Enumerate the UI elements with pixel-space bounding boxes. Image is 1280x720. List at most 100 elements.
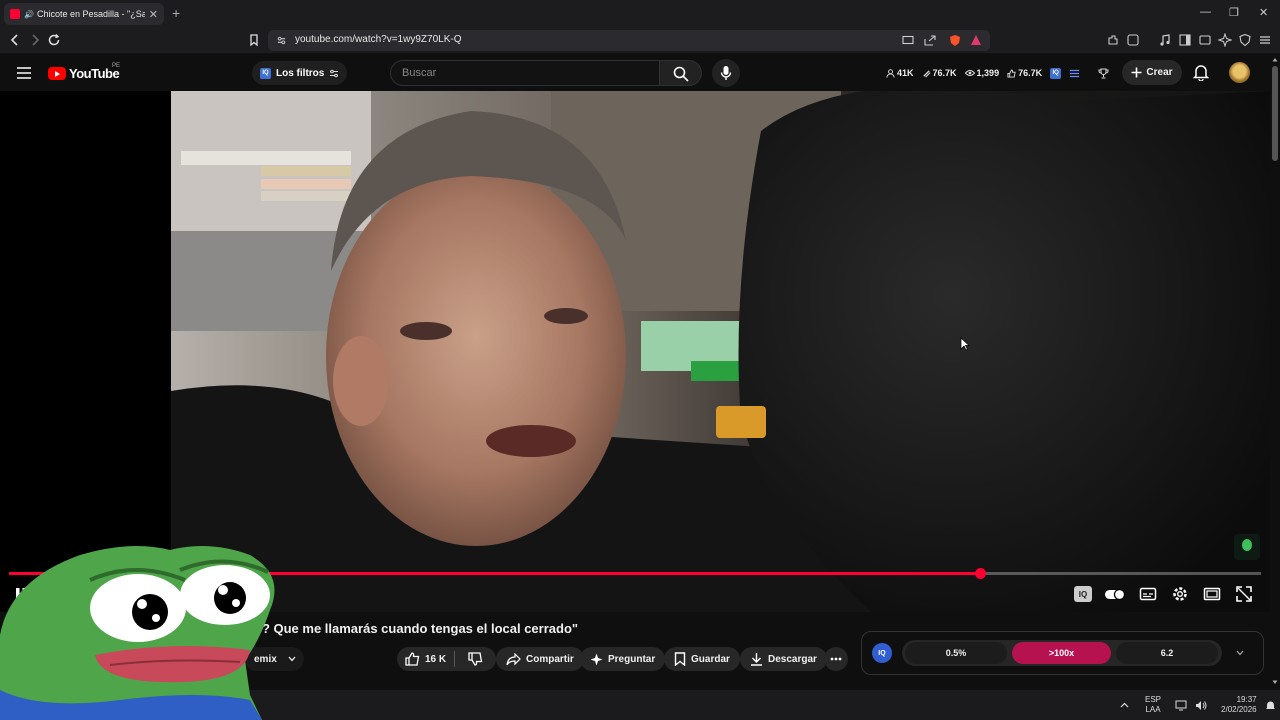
sliders-icon bbox=[330, 69, 339, 77]
wallet-icon[interactable] bbox=[1198, 33, 1212, 47]
audio-icon[interactable]: 🔊 bbox=[24, 10, 34, 19]
search-button[interactable] bbox=[660, 60, 702, 86]
settings-gear-icon[interactable] bbox=[1171, 585, 1189, 603]
autoplay-toggle-icon[interactable] bbox=[1104, 585, 1126, 603]
create-button[interactable]: Crear bbox=[1122, 60, 1182, 85]
iq-segment-multiplier[interactable]: >100x bbox=[1012, 642, 1111, 664]
likes-stat: 76.7K bbox=[1007, 68, 1042, 78]
tab-title: Chicote en Pesadilla - "¿Sabe bbox=[36, 9, 145, 19]
like-dislike-group: 16 K bbox=[397, 647, 496, 671]
url-text: youtube.com/watch?v=1wy9Z70LK-Q bbox=[295, 34, 462, 45]
download-label: Descargar bbox=[768, 653, 817, 665]
clock[interactable]: 19:37 2/02/2026 bbox=[1221, 695, 1257, 715]
reload-icon[interactable] bbox=[47, 33, 61, 47]
browser-nav-bar: youtube.com/watch?v=1wy9Z70LK-Q bbox=[0, 27, 1280, 54]
share-arrow-icon bbox=[506, 652, 521, 665]
sidebar-icon[interactable] bbox=[1178, 33, 1192, 47]
iq-extension-icon[interactable]: IQ bbox=[1050, 67, 1062, 79]
more-horizontal-icon bbox=[830, 657, 842, 661]
volume-icon[interactable] bbox=[1195, 700, 1207, 711]
notification-center-icon[interactable] bbox=[1265, 700, 1276, 711]
coins-icon bbox=[922, 69, 930, 77]
video-player[interactable] bbox=[0, 91, 1270, 612]
fullscreen-icon[interactable] bbox=[1235, 585, 1253, 603]
more-actions-button[interactable] bbox=[824, 647, 848, 671]
download-button[interactable]: Descargar bbox=[740, 647, 827, 671]
thumbs-up-icon bbox=[405, 652, 420, 666]
menu-icon[interactable] bbox=[1258, 33, 1272, 47]
voice-search-button[interactable] bbox=[712, 59, 740, 87]
money-value: 76.7K bbox=[932, 68, 957, 78]
search-placeholder: Buscar bbox=[402, 67, 437, 79]
microphone-icon bbox=[720, 66, 732, 80]
bookmark-icon[interactable] bbox=[247, 33, 261, 47]
ask-label: Preguntar bbox=[608, 653, 656, 665]
brave-rewards-icon[interactable] bbox=[970, 34, 982, 46]
iq-logo-icon[interactable]: IQ bbox=[872, 643, 892, 663]
extension-icon[interactable] bbox=[1126, 33, 1140, 47]
share-button[interactable]: Compartir bbox=[496, 647, 584, 671]
cast-icon[interactable] bbox=[902, 35, 914, 46]
ask-button[interactable]: Preguntar bbox=[580, 647, 666, 671]
restore-icon[interactable]: ❐ bbox=[1229, 6, 1239, 19]
iq-badge-icon: IQ bbox=[260, 67, 271, 79]
youtube-play-logo-icon bbox=[48, 67, 66, 80]
channel-watermark-icon[interactable] bbox=[1234, 534, 1260, 560]
hamburger-menu-icon[interactable] bbox=[16, 66, 32, 80]
eye-icon bbox=[964, 70, 975, 76]
filters-button[interactable]: IQ Los filtros bbox=[252, 61, 348, 85]
scroll-down-icon[interactable] bbox=[1272, 680, 1278, 685]
forward-icon[interactable] bbox=[28, 33, 42, 47]
share-page-icon[interactable] bbox=[924, 35, 936, 46]
extensions-icon[interactable] bbox=[1106, 33, 1120, 47]
browser-tab[interactable]: 🔊 Chicote en Pesadilla - "¿Sabe ✕ bbox=[4, 3, 164, 25]
save-button[interactable]: Guardar bbox=[664, 647, 740, 671]
scroll-up-icon[interactable] bbox=[1272, 57, 1278, 62]
brave-shields-icon[interactable] bbox=[948, 34, 962, 47]
tray-chevron-up-icon[interactable] bbox=[1120, 702, 1129, 708]
like-button[interactable]: 16 K bbox=[397, 651, 456, 667]
progress-scrubber-handle[interactable] bbox=[975, 568, 987, 579]
media-icon[interactable] bbox=[1158, 33, 1172, 47]
filters-label: Los filtros bbox=[276, 67, 325, 79]
subscribers-stat: 41K bbox=[886, 68, 914, 78]
language-indicator[interactable]: ESP LAA bbox=[1145, 695, 1161, 715]
new-tab-button[interactable]: + bbox=[172, 5, 180, 21]
page-scrollbar[interactable] bbox=[1270, 54, 1280, 690]
trophy-icon[interactable] bbox=[1098, 68, 1109, 79]
leo-ai-icon[interactable] bbox=[1218, 33, 1232, 47]
video-frame[interactable] bbox=[171, 91, 1270, 612]
subtitles-icon[interactable] bbox=[1139, 585, 1157, 603]
address-bar[interactable]: youtube.com/watch?v=1wy9Z70LK-Q bbox=[268, 30, 990, 51]
notifications-bell-icon[interactable] bbox=[1193, 64, 1209, 81]
sparkle-icon bbox=[590, 653, 603, 665]
user-avatar[interactable] bbox=[1229, 62, 1250, 83]
channel-stats-bar: 41K 76.7K 1,399 76.7K IQ bbox=[886, 61, 1109, 85]
search-icon bbox=[673, 66, 689, 82]
theater-mode-icon[interactable] bbox=[1203, 585, 1221, 603]
close-tab-icon[interactable]: ✕ bbox=[149, 8, 158, 21]
dislike-button[interactable] bbox=[460, 652, 491, 666]
iq-stats-panel: IQ 0.5% >100x 6.2 bbox=[861, 631, 1264, 675]
iq-segment-score[interactable]: 6.2 bbox=[1116, 642, 1218, 664]
vpn-shield-icon[interactable] bbox=[1238, 33, 1252, 47]
save-label: Guardar bbox=[691, 653, 730, 665]
site-settings-icon[interactable] bbox=[276, 35, 287, 46]
like-count: 16 K bbox=[425, 653, 447, 665]
youtube-favicon-icon bbox=[10, 9, 20, 19]
scrollbar-thumb[interactable] bbox=[1272, 66, 1278, 161]
close-window-icon[interactable]: ✕ bbox=[1259, 6, 1268, 19]
minimize-icon[interactable]: — bbox=[1200, 6, 1211, 18]
iq-segment-percent[interactable]: 0.5% bbox=[905, 642, 1007, 664]
iq-expand-chevron-icon[interactable] bbox=[1236, 650, 1244, 656]
likes-value: 76.7K bbox=[1018, 68, 1043, 78]
youtube-logo[interactable]: YouTube bbox=[48, 66, 120, 81]
search-input[interactable]: Buscar bbox=[390, 60, 660, 86]
back-icon[interactable] bbox=[8, 33, 22, 47]
clock-time: 19:37 bbox=[1236, 695, 1257, 704]
thumbs-down-icon bbox=[468, 652, 483, 666]
network-icon[interactable] bbox=[1175, 700, 1187, 711]
iq-player-icon[interactable]: IQ bbox=[1074, 586, 1092, 602]
subscribers-value: 41K bbox=[897, 68, 914, 78]
list-icon[interactable] bbox=[1069, 69, 1080, 78]
